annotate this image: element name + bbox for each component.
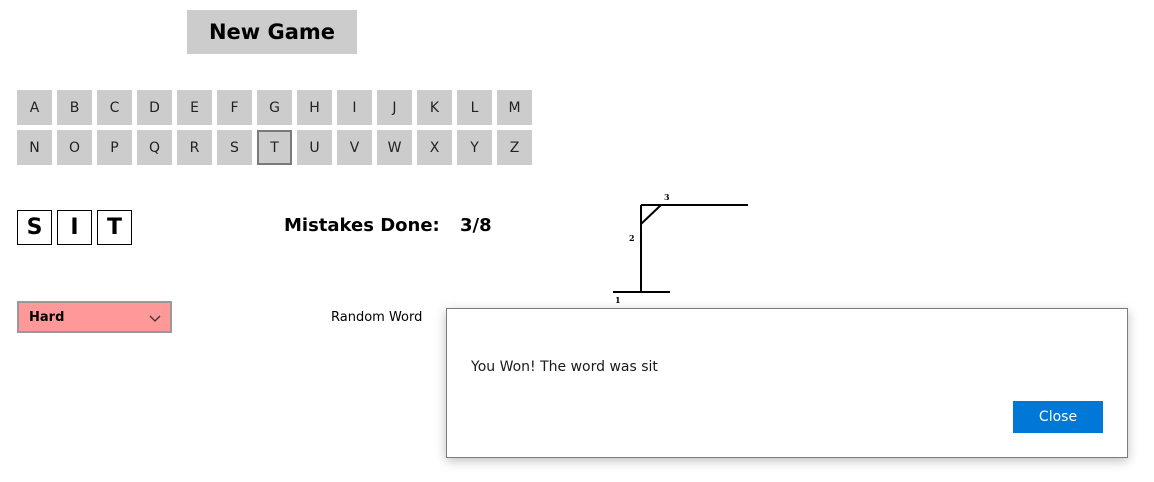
letter-button-l[interactable]: L — [457, 90, 492, 125]
letter-button-y[interactable]: Y — [457, 130, 492, 165]
letter-button-f[interactable]: F — [217, 90, 252, 125]
letter-button-t[interactable]: T — [257, 130, 292, 165]
letter-button-k[interactable]: K — [417, 90, 452, 125]
letter-button-x[interactable]: X — [417, 130, 452, 165]
letter-button-g[interactable]: G — [257, 90, 292, 125]
letter-button-m[interactable]: M — [497, 90, 532, 125]
letter-button-r[interactable]: R — [177, 130, 212, 165]
letter-button-n[interactable]: N — [17, 130, 52, 165]
random-word-label: Random Word — [331, 310, 423, 325]
mistakes-label: Mistakes Done: — [284, 215, 440, 236]
difficulty-selected-value: Hard — [29, 309, 65, 325]
gallows-drawing: 1 2 3 — [613, 192, 748, 305]
gallows-step-label: 1 — [615, 295, 621, 305]
gallows-step-label: 3 — [664, 192, 670, 202]
new-game-button[interactable]: New Game — [187, 10, 357, 54]
letter-button-h[interactable]: H — [297, 90, 332, 125]
letter-button-p[interactable]: P — [97, 130, 132, 165]
letter-button-j[interactable]: J — [377, 90, 412, 125]
gallows-brace — [640, 204, 662, 225]
letter-button-v[interactable]: V — [337, 130, 372, 165]
letter-button-o[interactable]: O — [57, 130, 92, 165]
word-letter-box: T — [97, 210, 132, 245]
letter-button-e[interactable]: E — [177, 90, 212, 125]
word-letter-box: S — [17, 210, 52, 245]
letter-button-u[interactable]: U — [297, 130, 332, 165]
gallows-step-label: 2 — [629, 233, 635, 243]
mistakes-count: 3/8 — [460, 215, 492, 236]
word-letter-box: I — [57, 210, 92, 245]
letter-button-s[interactable]: S — [217, 130, 252, 165]
letter-button-w[interactable]: W — [377, 130, 412, 165]
letter-button-q[interactable]: Q — [137, 130, 172, 165]
letter-button-d[interactable]: D — [137, 90, 172, 125]
letter-button-z[interactable]: Z — [497, 130, 532, 165]
letter-button-i[interactable]: I — [337, 90, 372, 125]
difficulty-dropdown[interactable]: Hard — [17, 301, 172, 333]
letter-button-a[interactable]: A — [17, 90, 52, 125]
chevron-down-icon — [149, 308, 161, 327]
letter-button-c[interactable]: C — [97, 90, 132, 125]
letter-button-b[interactable]: B — [57, 90, 92, 125]
result-dialog: You Won! The word was sit Close — [446, 308, 1128, 458]
close-button[interactable]: Close — [1013, 401, 1103, 433]
letter-keyboard: ABCDEFGHIJKLM NOPQRSTUVWXYZ — [17, 90, 532, 165]
dialog-message: You Won! The word was sit — [471, 359, 658, 375]
